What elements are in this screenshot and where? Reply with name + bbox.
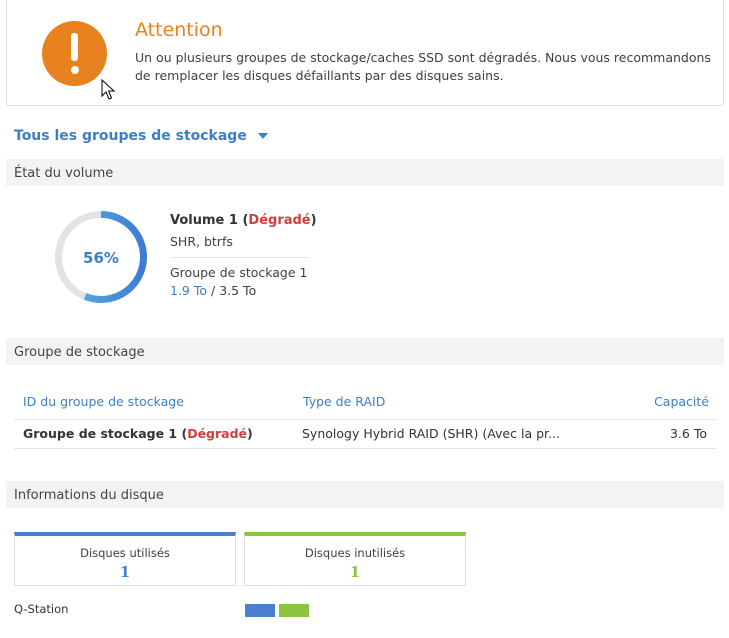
- device-name: Q-Station: [14, 602, 69, 616]
- column-header-raid-type[interactable]: Type de RAID: [303, 394, 385, 409]
- disk-slot-unused[interactable]: [279, 604, 309, 617]
- volume-usage-percent: 56%: [83, 249, 119, 267]
- table-row-divider: [14, 448, 716, 449]
- disk-slot-used[interactable]: [245, 604, 275, 617]
- storage-pool-header: Groupe de stockage: [6, 338, 724, 365]
- volume-capacity: 1.9 To / 3.5 To: [170, 283, 256, 298]
- alert-box: Attention Un ou plusieurs groupes de sto…: [6, 0, 724, 106]
- volume-used: 1.9 To: [170, 283, 208, 298]
- volume-pool: Groupe de stockage 1: [170, 265, 308, 280]
- unused-disks-card[interactable]: Disques inutilisés 1: [244, 532, 466, 586]
- volume-status-header: État du volume: [6, 159, 724, 186]
- pool-id-text: Groupe de stockage 1: [23, 426, 178, 441]
- mouse-cursor-icon: [101, 79, 116, 100]
- volume-total: 3.5 To: [219, 283, 257, 298]
- volume-filesystem: SHR, btrfs: [170, 234, 233, 249]
- storage-group-selector[interactable]: Tous les groupes de stockage: [14, 128, 268, 144]
- alert-title: Attention: [135, 19, 223, 41]
- column-header-capacity[interactable]: Capacité: [654, 394, 709, 409]
- disk-info-header: Informations du disque: [6, 481, 724, 508]
- storage-group-selector-label: Tous les groupes de stockage: [14, 128, 247, 144]
- caret-down-icon: [257, 133, 268, 139]
- used-disks-count: 1: [119, 563, 131, 581]
- unused-disks-count: 1: [349, 563, 361, 581]
- raid-type-cell: Synology Hybrid RAID (SHR) (Avec la pr..…: [302, 426, 560, 441]
- alert-message: Un ou plusieurs groupes de stockage/cach…: [135, 50, 711, 83]
- volume-status: Dégradé: [248, 213, 311, 228]
- used-disks-label: Disques utilisés: [80, 546, 170, 560]
- column-header-pool-id[interactable]: ID du groupe de stockage: [23, 394, 184, 409]
- pool-id-cell: Groupe de stockage 1 (Dégradé): [23, 426, 253, 441]
- unused-disks-label: Disques inutilisés: [304, 546, 406, 560]
- volume-name-text: Volume 1: [170, 213, 238, 228]
- volume-name: Volume 1 (Dégradé): [170, 213, 317, 228]
- divider: [170, 257, 310, 258]
- table-header-divider: [14, 419, 716, 420]
- used-disks-card[interactable]: Disques utilisés 1: [14, 532, 236, 586]
- volume-capacity-separator: /: [211, 283, 216, 298]
- capacity-cell: 3.6 To: [669, 426, 707, 441]
- pool-status: Dégradé: [187, 426, 248, 441]
- warning-icon: [42, 21, 107, 86]
